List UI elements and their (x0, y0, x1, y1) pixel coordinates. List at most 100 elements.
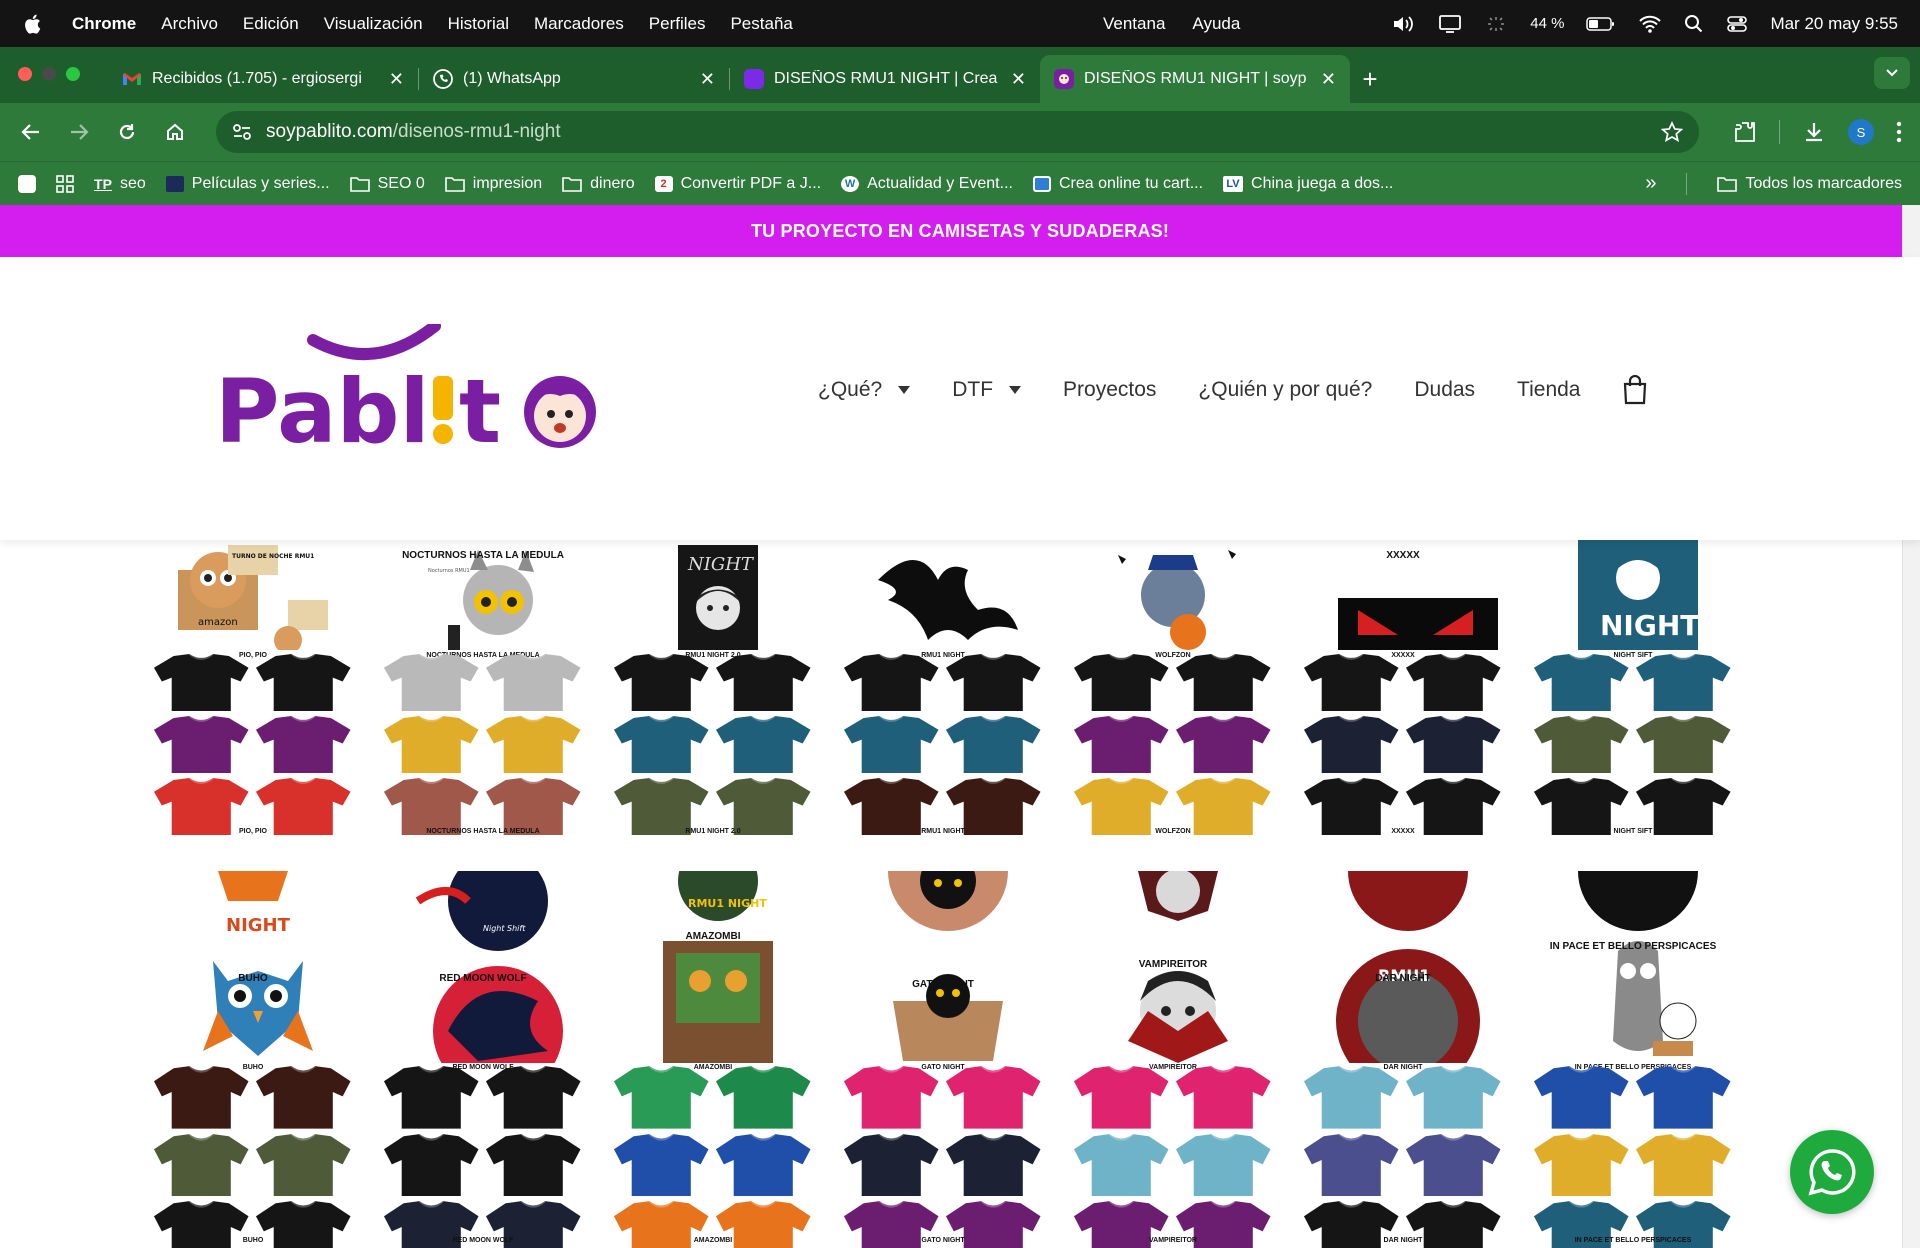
bookmark-peliculas[interactable]: Películas y series... (165, 175, 330, 193)
search-icon[interactable] (1684, 14, 1704, 34)
design-card[interactable]: RMU1 NIGHT RMU1 NIGHT (838, 540, 1068, 836)
clock[interactable]: Mar 20 may 9:55 (1770, 14, 1898, 34)
bookmark-convertir-pdf[interactable]: 2 Convertir PDF a J... (654, 175, 821, 193)
apps-grid-icon[interactable] (56, 174, 74, 193)
address-bar[interactable]: soypablito.com/disenos-rmu1-night (216, 111, 1699, 153)
wordpress-icon: W (841, 175, 860, 192)
bookmark-crea-online[interactable]: Crea online tu cart... (1032, 175, 1203, 193)
menu-perfiles[interactable]: Perfiles (649, 14, 706, 34)
design-artwork: RMU1 (1308, 811, 1498, 1093)
menu-visualizacion[interactable]: Visualización (324, 14, 423, 34)
nav-proyectos[interactable]: Proyectos (1063, 378, 1156, 402)
menu-ventana[interactable]: Ventana (1103, 14, 1165, 34)
battery-icon[interactable] (1586, 16, 1616, 32)
tshirt-mockup-grid (612, 652, 812, 836)
menu-historial[interactable]: Historial (448, 14, 509, 34)
new-tab-button[interactable]: + (1350, 55, 1390, 103)
nav-quien[interactable]: ¿Quién y por qué? (1198, 378, 1372, 402)
amazon-logo-text: amazon (198, 617, 238, 628)
site-settings-icon[interactable] (232, 123, 252, 141)
bookmark-actualidad[interactable]: W Actualidad y Event... (841, 175, 1013, 193)
nav-label: DTF (952, 378, 994, 401)
design-card[interactable]: RMU1 NIGHT AMAZOMBI AMAZOMBI AMAZOMBI (608, 841, 838, 1248)
control-center-icon[interactable] (1726, 14, 1748, 34)
tshirt-mockup (1072, 1132, 1171, 1197)
volume-icon[interactable] (1392, 14, 1416, 34)
bookmark-impresion[interactable]: impresion (444, 175, 542, 193)
more-bookmarks-icon[interactable]: » (1645, 172, 1656, 195)
bookmark-dinero[interactable]: dinero (562, 175, 635, 193)
brightness-icon[interactable] (1484, 14, 1508, 34)
tab-close-icon[interactable]: ✕ (1011, 69, 1026, 90)
nav-que[interactable]: ¿Qué? (818, 378, 911, 402)
tshirt-mockup (612, 1132, 711, 1197)
bookmark-china[interactable]: LV China juega a dos... (1223, 175, 1393, 193)
design-card[interactable]: VAMPIREITOR VAMPIREITOR VAMPIREITOR (1068, 869, 1298, 1248)
design-card[interactable]: GATO NIGHT GATO NIGHT GATO NIGHT (838, 811, 1068, 1248)
tshirt-mockup (1174, 776, 1273, 836)
menu-archivo[interactable]: Archivo (161, 14, 218, 34)
tab-search-button[interactable] (1874, 57, 1910, 89)
tab-canva[interactable]: DISEÑOS RMU1 NIGHT | Crea ✕ (730, 55, 1040, 103)
browser-toolbar: soypablito.com/disenos-rmu1-night S (0, 103, 1920, 161)
design-header-label: IN PACE ET BELLO PERSPICACES (1549, 941, 1717, 952)
zoom-window-button[interactable] (66, 67, 80, 81)
design-footer-label: IN PACE ET BELLO PERSPICACES (1574, 1237, 1692, 1244)
tab-whatsapp[interactable]: (1) WhatsApp ✕ (419, 55, 729, 103)
nav-dtf[interactable]: DTF (952, 378, 1022, 402)
tshirt-mockup (1404, 652, 1503, 712)
tab-close-icon[interactable]: ✕ (700, 69, 715, 90)
nav-dudas[interactable]: Dudas (1414, 378, 1475, 402)
svg-text:t: t (459, 360, 501, 463)
promo-banner[interactable]: TU PROYECTO EN CAMISETAS Y SUDADERAS! (0, 205, 1920, 257)
design-card[interactable]: IN PACE ET BELLO PERSPICACES IN PACE ET B… (1528, 811, 1758, 1248)
menu-app-name[interactable]: Chrome (72, 14, 136, 34)
tshirt-mockup (714, 1132, 813, 1197)
home-button[interactable] (162, 119, 188, 145)
back-button[interactable] (18, 119, 44, 145)
reload-button[interactable] (114, 119, 140, 145)
menu-edicion[interactable]: Edición (243, 14, 299, 34)
tshirt-mockup (944, 776, 1043, 836)
extensions-icon[interactable] (1733, 120, 1757, 144)
profile-avatar[interactable]: S (1848, 119, 1874, 145)
design-card[interactable]: WOLFZON WOLFZON (1068, 540, 1298, 836)
tab-gmail[interactable]: Recibidos (1.705) - ergiosergi ✕ (108, 55, 418, 103)
apple-icon[interactable] (22, 13, 42, 35)
forward-button[interactable] (66, 119, 92, 145)
design-card[interactable]: RMU1 DAR NIGHT DAR NIGHT DAR NIGHT (1298, 811, 1528, 1248)
whatsapp-chat-button[interactable] (1790, 1130, 1874, 1214)
pablito-logo[interactable]: Pabl t (215, 323, 605, 474)
design-card[interactable]: NIGHT RMU1 NIGHT 2.0 RMU1 NIGHT 2.0 (608, 540, 838, 836)
all-bookmarks[interactable]: Todos los marcadores (1717, 175, 1902, 193)
bookmark-seo0[interactable]: SEO 0 (349, 175, 425, 193)
nav-tienda[interactable]: Tienda (1517, 378, 1580, 402)
wifi-icon[interactable] (1638, 14, 1662, 34)
tshirt-mockup (254, 714, 353, 774)
design-card[interactable]: NIGHT BUHO BUHO BUHO (148, 871, 378, 1248)
minimize-window-button[interactable] (42, 67, 56, 81)
design-card[interactable]: amazon TURNO DE NOCHE RMU1 PIO, PIO PIO, PI… (148, 540, 378, 836)
shopping-bag-icon[interactable] (1622, 375, 1648, 405)
design-card[interactable]: Nocturnos RMU1 NOCTURNOS HASTA LA MEDULA N… (378, 540, 608, 836)
tab-soypablito-active[interactable]: DISEÑOS RMU1 NIGHT | soyp ✕ (1040, 55, 1350, 103)
bookmark-star-icon[interactable] (1661, 121, 1683, 143)
design-card[interactable]: NIGHT NIGHT SIFT NIGHT SIFT (1528, 540, 1758, 836)
close-window-button[interactable] (18, 67, 32, 81)
bookmark-seo[interactable]: TP seo (94, 175, 146, 193)
tab-close-icon[interactable]: ✕ (1321, 69, 1336, 90)
more-menu-icon[interactable] (1896, 121, 1902, 143)
design-card[interactable]: Night Shift RED MOON WOLF RED MOON WOLF RED… (378, 851, 608, 1248)
url-text[interactable]: soypablito.com/disenos-rmu1-night (266, 121, 1647, 143)
menu-marcadores[interactable]: Marcadores (534, 14, 624, 34)
app-launcher-icon[interactable] (18, 174, 36, 193)
design-card[interactable]: XXXXX XXXXX XXXXX (1298, 540, 1528, 836)
display-icon[interactable] (1438, 14, 1462, 34)
menu-pestana[interactable]: Pestaña (730, 14, 792, 34)
download-icon[interactable] (1802, 120, 1826, 144)
bookmark-label: Actualidad y Event... (867, 174, 1013, 192)
tab-close-icon[interactable]: ✕ (389, 69, 404, 90)
turno-sign-text: TURNO DE NOCHE RMU1 (232, 553, 314, 560)
tshirt-mockup (382, 776, 481, 836)
menu-ayuda[interactable]: Ayuda (1192, 14, 1240, 34)
